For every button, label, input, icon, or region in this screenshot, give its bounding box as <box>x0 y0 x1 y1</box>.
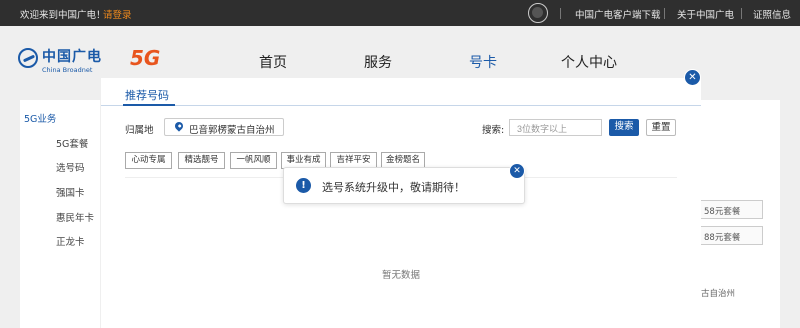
sidebar-item-5g-plan[interactable]: 5G套餐 <box>56 136 88 150</box>
nav-service[interactable]: 服务 <box>364 52 392 72</box>
toast-close-icon[interactable]: ✕ <box>509 163 525 179</box>
tag-smooth-sailing[interactable]: 一帆风顺 <box>230 152 277 169</box>
broadnet-logo-icon[interactable] <box>18 48 38 68</box>
sidebar-item-choose-number[interactable]: 选号码 <box>56 160 85 174</box>
region-value: 巴音郭楞蒙古自治州 <box>189 125 275 136</box>
sidebar-item-annual-card[interactable]: 惠民年卡 <box>56 210 94 224</box>
about-link[interactable]: 关于中国广电 <box>677 7 734 21</box>
client-download-link[interactable]: 中国广电客户端下载 <box>575 7 661 21</box>
nav-personal-center[interactable]: 个人中心 <box>561 52 617 72</box>
sidebar-heading[interactable]: 5G业务 <box>24 111 56 125</box>
search-button[interactable]: 搜索 <box>609 119 639 136</box>
nav-home[interactable]: 首页 <box>259 52 287 72</box>
client-app-icon[interactable] <box>528 3 548 23</box>
modal-title-divider <box>101 105 701 106</box>
logo-english: China Broadnet <box>42 66 93 74</box>
empty-state-text: 暂无数据 <box>381 270 420 281</box>
license-link[interactable]: 证照信息 <box>753 7 791 21</box>
tag-heart-exclusive[interactable]: 心动专属 <box>125 152 172 169</box>
nav-sim-card[interactable]: 号卡 <box>469 52 497 72</box>
toast-message: 选号系统升级中，敬请期待！ <box>322 181 465 194</box>
region-select[interactable]: 巴音郭楞蒙古自治州 <box>164 118 284 136</box>
search-label: 搜索: <box>482 125 505 136</box>
package-option[interactable]: 58元套餐 <box>701 200 763 219</box>
sidebar-item-zhenglong-card[interactable]: 正龙卡 <box>56 234 85 248</box>
welcome-text: 欢迎来到中国广电！ <box>20 10 106 21</box>
login-link[interactable]: 请登录 <box>103 7 132 21</box>
topbar-divider <box>664 8 665 19</box>
region-label: 归属地 <box>125 125 154 136</box>
number-search-input[interactable] <box>509 119 602 136</box>
reset-button[interactable]: 重置 <box>646 119 676 136</box>
modal-close-icon[interactable]: ✕ <box>684 69 701 86</box>
5g-logo: 5G <box>130 46 161 70</box>
location-pin-icon <box>173 120 185 132</box>
topbar-divider <box>741 8 742 19</box>
sidebar-item-qiangguo-card[interactable]: 强国卡 <box>56 185 85 199</box>
notice-toast: ! 选号系统升级中，敬请期待！ <box>283 167 525 204</box>
tag-selected-number[interactable]: 精选靓号 <box>178 152 225 169</box>
top-bar: 欢迎来到中国广电！ 请登录 中国广电客户端下载 关于中国广电 证照信息 <box>0 0 800 26</box>
package-option[interactable]: 88元套餐 <box>701 226 763 245</box>
modal-title[interactable]: 推荐号码 <box>125 87 169 103</box>
region-text: 古自治州 <box>701 289 736 299</box>
topbar-divider <box>560 8 561 19</box>
info-icon: ! <box>296 178 311 193</box>
logo-text[interactable]: 中国广电 <box>42 46 102 66</box>
